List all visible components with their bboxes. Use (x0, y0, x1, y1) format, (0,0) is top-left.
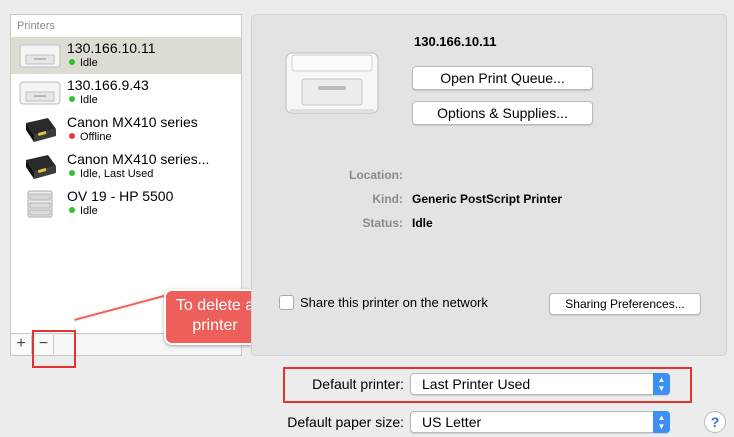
default-paper-select[interactable]: US Letter ▲ ▼ (410, 411, 670, 433)
printer-status: Idle (80, 94, 98, 106)
printers-header: Printers (17, 20, 55, 32)
share-printer-label[interactable]: Share this printer on the network (300, 295, 488, 310)
status-dot-icon (69, 170, 75, 176)
location-label: Location: (349, 168, 403, 182)
default-paper-label: Default paper size: (287, 414, 404, 430)
printer-item-canon-mx410-2[interactable]: Canon MX410 series... Idle, Last Used (11, 148, 241, 185)
printer-name: OV 19 - HP 5500 (67, 188, 174, 204)
kind-value: Generic PostScript Printer (412, 192, 563, 206)
canon-printer-icon (26, 118, 56, 142)
status-dot-icon (69, 133, 75, 139)
printer-item-canon-mx410[interactable]: Canon MX410 series Offline (11, 111, 241, 148)
printer-name: Canon MX410 series... (67, 151, 210, 167)
canon-printer-icon (26, 155, 56, 179)
printer-name: 130.166.10.11 (67, 40, 156, 56)
printer-name: 130.166.9.43 (67, 77, 149, 93)
status-dot-icon (69, 96, 75, 102)
options-supplies-button[interactable]: Options & Supplies... (412, 101, 593, 125)
status-dot-icon (69, 207, 75, 213)
remove-button-highlight (32, 330, 76, 368)
share-printer-checkbox[interactable] (279, 295, 294, 310)
add-printer-button[interactable]: + (11, 335, 32, 354)
kind-label: Kind: (372, 192, 403, 206)
status-dot-icon (69, 59, 75, 65)
generic-printer-icon (19, 44, 61, 68)
status-value: Idle (412, 216, 433, 230)
printer-status: Idle (80, 57, 98, 69)
printer-item-hp-5500[interactable]: OV 19 - HP 5500 Idle (11, 185, 241, 222)
printer-name: Canon MX410 series (67, 114, 198, 130)
default-paper-row: Default paper size: US Letter ▲ ▼ (0, 411, 734, 435)
selected-printer-title: 130.166.10.11 (414, 34, 497, 49)
printer-status: Offline (80, 131, 112, 143)
default-printer-highlight (283, 367, 692, 403)
printer-item-130-166-9-43[interactable]: 130.166.9.43 Idle (11, 74, 241, 111)
default-paper-value: US Letter (422, 414, 482, 430)
printer-status: Idle (80, 205, 98, 217)
sharing-preferences-button[interactable]: Sharing Preferences... (549, 293, 701, 315)
printer-item-130-166-10-11[interactable]: 130.166.10.11 Idle (11, 37, 241, 74)
printer-status: Idle, Last Used (80, 168, 154, 180)
status-label: Status: (362, 216, 403, 230)
select-updown-icon: ▲ ▼ (653, 411, 670, 433)
help-button[interactable]: ? (704, 411, 726, 433)
hp-printer-icon (27, 190, 53, 218)
generic-printer-icon (19, 81, 61, 105)
printer-large-icon (285, 52, 379, 114)
open-print-queue-button[interactable]: Open Print Queue... (412, 66, 593, 90)
